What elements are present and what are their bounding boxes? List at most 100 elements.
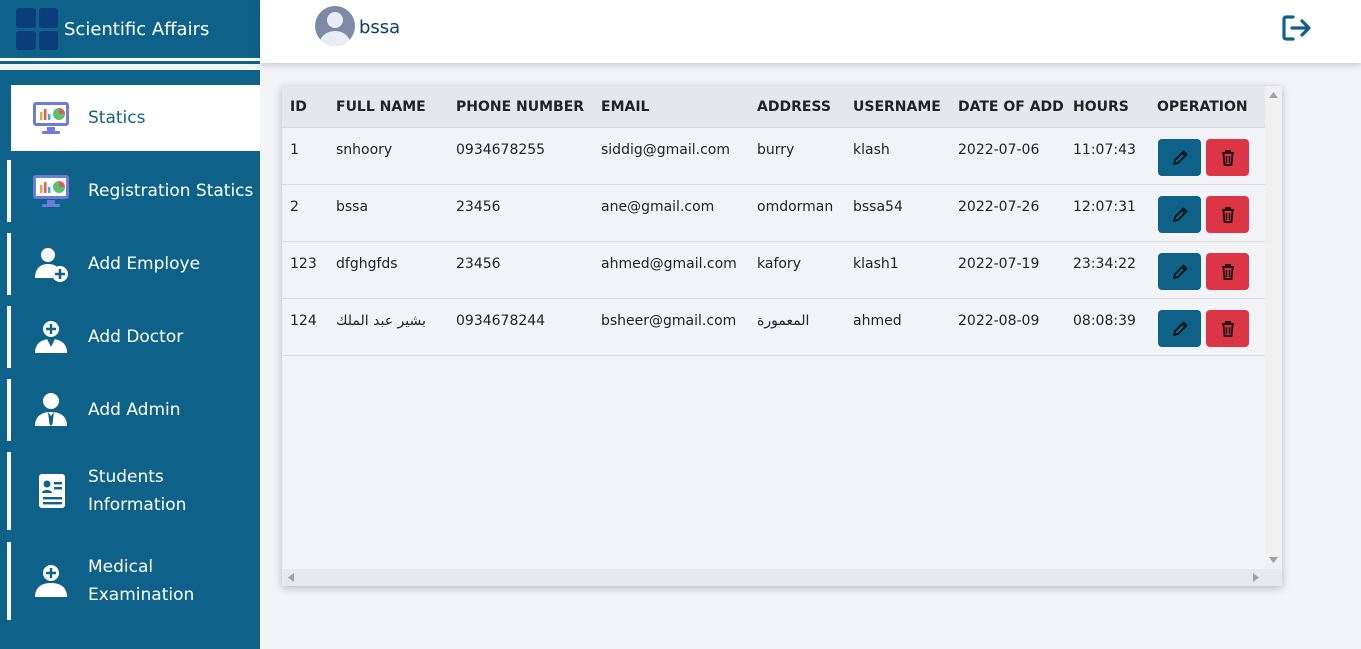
scroll-down-icon[interactable] — [1269, 557, 1278, 563]
horizontal-scrollbar[interactable] — [282, 569, 1265, 586]
delete-button[interactable] — [1206, 139, 1249, 176]
cell-hours: 23:34:22 — [1073, 256, 1136, 272]
column-header-id: ID — [290, 99, 307, 115]
monitor-chart-icon — [31, 171, 71, 211]
sidebar-item-label: Statics — [88, 108, 146, 128]
cell-full-name: بشير عبد الملك — [336, 313, 426, 329]
sidebar-item-label: Students Information — [88, 467, 187, 515]
scroll-right-icon[interactable] — [1253, 573, 1259, 582]
cell-phone: 23456 — [456, 256, 501, 272]
sidebar-item-medical-examination[interactable]: Medical Examination — [7, 542, 260, 620]
table-row: 124 بشير عبد الملك 0934678244 bsheer@gma… — [282, 299, 1265, 356]
avatar-body — [320, 31, 350, 46]
sidebar-item-label: Registration Statics — [88, 181, 254, 201]
sidebar-item-label: Medical Examination — [88, 557, 195, 605]
admin-icon — [31, 390, 71, 430]
cell-address: burry — [757, 142, 795, 158]
pencil-icon — [1172, 264, 1187, 279]
vertical-scrollbar[interactable] — [1265, 86, 1282, 569]
id-card-icon — [31, 471, 71, 511]
sidebar-item-label: Add Admin — [88, 400, 181, 420]
sidebar-item-label: Add Employe — [88, 254, 201, 274]
column-header-username: USERNAME — [853, 99, 941, 115]
column-header-address: ADDRESS — [757, 99, 831, 115]
cell-address: المعمورة — [757, 313, 810, 329]
user-add-icon — [31, 244, 71, 284]
trash-icon — [1221, 206, 1234, 223]
scrollbar-corner — [1265, 569, 1282, 586]
edit-button[interactable] — [1158, 310, 1201, 347]
doctor-icon — [31, 317, 71, 357]
table-row: 2 bssa 23456 ane@gmail.com omdorman bssa… — [282, 185, 1265, 242]
pencil-icon — [1172, 150, 1187, 165]
app-title: Scientific Affairs — [64, 18, 210, 40]
scroll-up-icon[interactable] — [1269, 92, 1278, 98]
cell-username: klash — [853, 142, 890, 158]
scroll-left-icon[interactable] — [288, 573, 294, 582]
user-name: bssa — [359, 17, 401, 38]
pencil-icon — [1172, 207, 1187, 222]
cell-id: 1 — [290, 142, 299, 158]
cell-phone: 23456 — [456, 199, 501, 215]
sidebar-item-add-employe[interactable]: Add Employe — [7, 233, 260, 295]
medical-icon — [31, 561, 71, 601]
sidebar-item-add-admin[interactable]: Add Admin — [7, 379, 260, 441]
cell-address: kafory — [757, 256, 801, 272]
avatar[interactable] — [315, 6, 355, 46]
trash-icon — [1221, 263, 1234, 280]
brand-header: Scientific Affairs — [0, 0, 260, 58]
logout-icon — [1282, 15, 1311, 41]
app-logo-icon — [16, 8, 58, 50]
cell-date: 2022-07-06 — [958, 142, 1040, 158]
cell-date: 2022-07-19 — [958, 256, 1040, 272]
cell-username: klash1 — [853, 256, 899, 272]
sidebar-item-registration-statics[interactable]: Registration Statics — [7, 160, 260, 222]
cell-full-name: snhoory — [336, 142, 393, 158]
cell-full-name: dfghgfds — [336, 256, 398, 272]
delete-button[interactable] — [1206, 196, 1249, 233]
cell-hours: 11:07:43 — [1073, 142, 1136, 158]
edit-button[interactable] — [1158, 196, 1201, 233]
logout-button[interactable] — [1281, 14, 1313, 42]
sidebar-item-students-information[interactable]: Students Information — [7, 452, 260, 530]
table-header: ID FULL NAME PHONE NUMBER EMAIL ADDRESS … — [282, 86, 1265, 128]
column-header-email: EMAIL — [601, 99, 650, 115]
cell-email: ane@gmail.com — [601, 199, 715, 215]
delete-button[interactable] — [1206, 253, 1249, 290]
table-row: 1 snhoory 0934678255 siddig@gmail.com bu… — [282, 128, 1265, 185]
cell-id: 124 — [290, 313, 317, 329]
cell-date: 2022-08-09 — [958, 313, 1040, 329]
cell-email: siddig@gmail.com — [601, 142, 730, 158]
cell-id: 123 — [290, 256, 317, 272]
avatar-head — [327, 12, 343, 28]
edit-button[interactable] — [1158, 253, 1201, 290]
trash-icon — [1221, 320, 1234, 337]
cell-hours: 08:08:39 — [1073, 313, 1136, 329]
cell-username: ahmed — [853, 313, 902, 329]
column-header-full-name: FULL NAME — [336, 99, 426, 115]
pencil-icon — [1172, 321, 1187, 336]
column-header-hours: HOURS — [1073, 99, 1129, 115]
cell-address: omdorman — [757, 199, 834, 215]
monitor-chart-icon — [31, 98, 71, 138]
sidebar: Statics Registration Statics Add Employe… — [0, 70, 260, 649]
sidebar-item-statics[interactable]: Statics — [7, 85, 260, 151]
column-header-operation: OPERATION — [1157, 99, 1248, 115]
column-header-date-of-add: DATE OF ADD — [958, 99, 1064, 115]
cell-id: 2 — [290, 199, 299, 215]
cell-phone: 0934678244 — [456, 313, 546, 329]
delete-button[interactable] — [1206, 310, 1249, 347]
sidebar-item-label: Add Doctor — [88, 327, 184, 347]
column-header-phone-number: PHONE NUMBER — [456, 99, 585, 115]
edit-button[interactable] — [1158, 139, 1201, 176]
cell-phone: 0934678255 — [456, 142, 546, 158]
table-row: 123 dfghgfds 23456 ahmed@gmail.com kafor… — [282, 242, 1265, 299]
cell-hours: 12:07:31 — [1073, 199, 1136, 215]
cell-username: bssa54 — [853, 199, 903, 215]
sidebar-item-add-doctor[interactable]: Add Doctor — [7, 306, 260, 368]
cell-full-name: bssa — [336, 199, 369, 215]
top-bar: bssa — [260, 0, 1361, 63]
cell-email: bsheer@gmail.com — [601, 313, 737, 329]
employee-table-card: ID FULL NAME PHONE NUMBER EMAIL ADDRESS … — [282, 86, 1282, 586]
cell-date: 2022-07-26 — [958, 199, 1040, 215]
